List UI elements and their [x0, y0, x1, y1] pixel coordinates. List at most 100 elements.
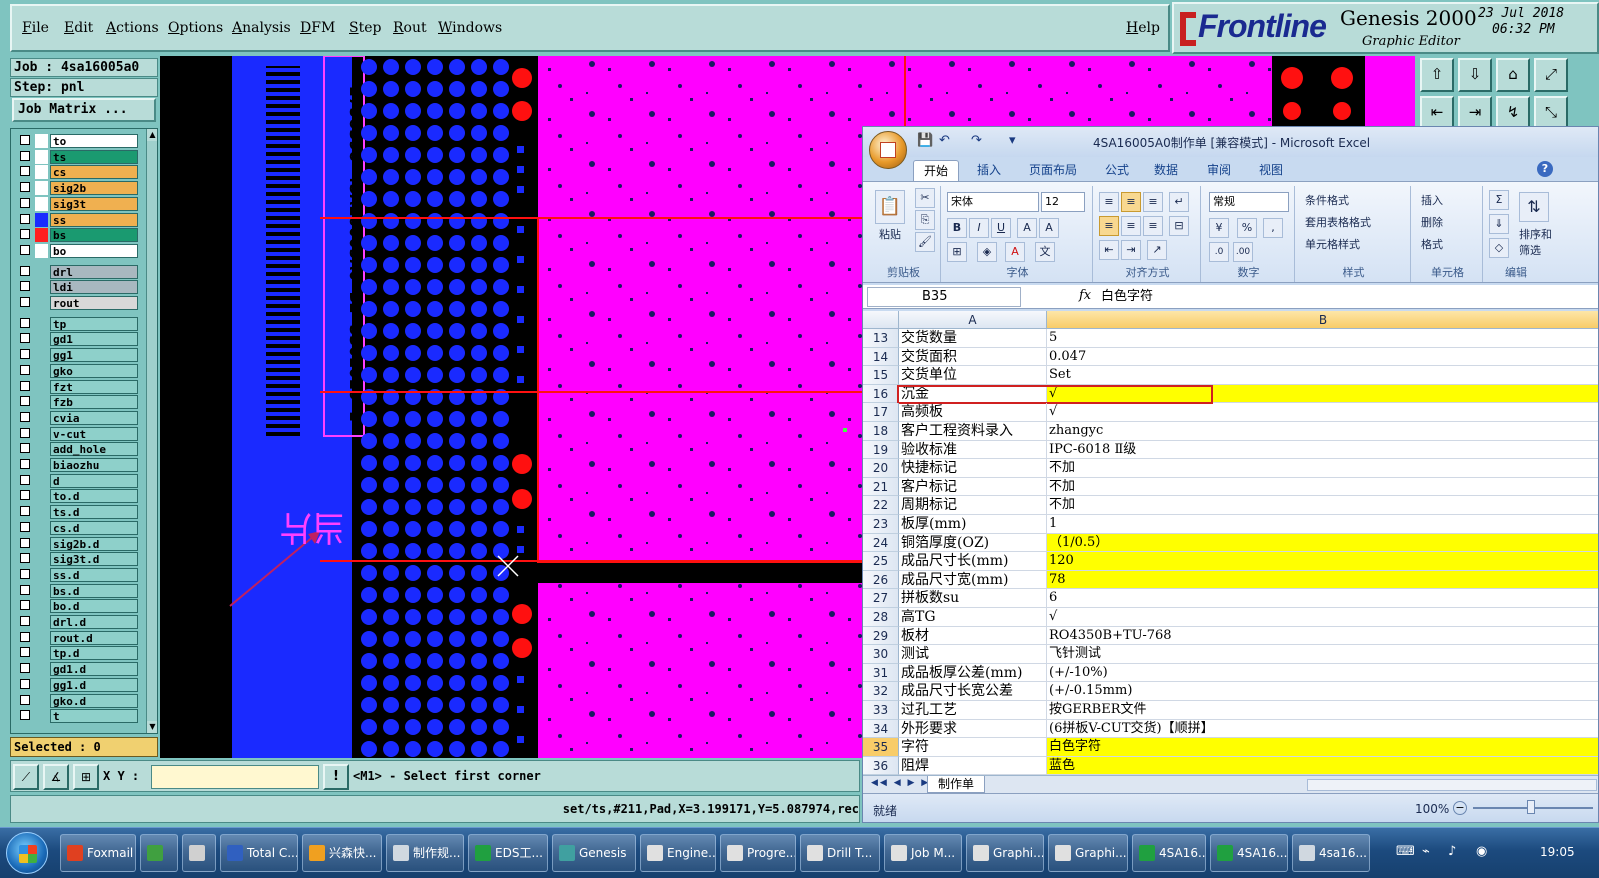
row-number[interactable]: 23: [863, 515, 899, 534]
undo-icon[interactable]: ↶: [939, 133, 950, 148]
cell-a[interactable]: 交货面积: [899, 347, 1047, 367]
cell-b[interactable]: zhangyc: [1047, 422, 1598, 441]
layer-color-swatch[interactable]: [35, 332, 48, 347]
taskbar-item[interactable]: [140, 834, 178, 872]
row-number[interactable]: 26: [863, 570, 899, 590]
layer-name[interactable]: to.d: [50, 489, 138, 504]
job-matrix-button[interactable]: Job Matrix ...: [12, 98, 156, 122]
layer-row-drl-d[interactable]: drl.d: [17, 615, 138, 629]
layer-row-ldi[interactable]: ldi: [17, 280, 138, 295]
layer-name[interactable]: gg1.d: [50, 677, 138, 692]
shrink-font-icon[interactable]: A: [1039, 218, 1059, 238]
increase-decimal-icon[interactable]: .0: [1209, 242, 1229, 262]
font-color-icon[interactable]: A: [1005, 242, 1025, 262]
cell-a[interactable]: 成品尺寸长(mm): [899, 552, 1047, 571]
layer-color-swatch[interactable]: [35, 134, 48, 148]
menu-actions[interactable]: Actions: [106, 20, 159, 36]
filter-label[interactable]: 筛选: [1519, 242, 1541, 258]
layer-row-gg1[interactable]: gg1: [17, 348, 138, 363]
zoom-level[interactable]: 100%: [1415, 802, 1449, 816]
taskbar-item[interactable]: 兴森快...: [302, 834, 382, 872]
tray-app-icon[interactable]: ◉: [1476, 844, 1487, 859]
layer-scrollbar[interactable]: ▲ ▼: [146, 129, 157, 733]
sort-filter-icon[interactable]: ⇅: [1519, 192, 1549, 222]
layer-color-swatch[interactable]: [35, 662, 48, 677]
taskbar-item[interactable]: 4sa16...: [1292, 834, 1370, 872]
cell-a[interactable]: 交货单位: [899, 366, 1047, 385]
layer-row-drl[interactable]: drl: [17, 264, 138, 279]
layer-affected-checkbox[interactable]: [20, 197, 30, 208]
layer-affected-checkbox[interactable]: [20, 647, 30, 658]
row-number[interactable]: 30: [863, 645, 899, 664]
layer-name[interactable]: drl: [50, 264, 138, 279]
align-center-icon[interactable]: ≡: [1121, 216, 1141, 236]
layer-color-swatch[interactable]: [35, 243, 48, 258]
layer-affected-checkbox[interactable]: [20, 364, 30, 375]
paste-icon[interactable]: 📋: [875, 190, 905, 224]
layer-affected-checkbox[interactable]: [20, 568, 30, 579]
layer-name[interactable]: bo: [50, 243, 138, 258]
layer-name[interactable]: gd1: [50, 332, 138, 347]
autosum-icon[interactable]: Σ: [1489, 190, 1509, 210]
layer-row-to-d[interactable]: to.d: [17, 489, 138, 504]
office-button-icon[interactable]: [869, 131, 907, 169]
layer-row-biaozhu[interactable]: biaozhu: [17, 458, 138, 472]
layer-row-cvia[interactable]: cvia: [17, 410, 138, 425]
layer-affected-checkbox[interactable]: [20, 411, 30, 422]
layer-row-tp-d[interactable]: tp.d: [17, 646, 138, 661]
layer-name[interactable]: cs.d: [50, 520, 138, 535]
cell-a[interactable]: 高TG: [899, 608, 1047, 627]
route-icon[interactable]: ↯: [1496, 96, 1530, 130]
layer-color-swatch[interactable]: [35, 165, 48, 180]
layer-affected-checkbox[interactable]: [20, 265, 30, 276]
layer-affected-checkbox[interactable]: [20, 678, 30, 689]
layer-row-gd1-d[interactable]: gd1.d: [17, 662, 138, 677]
taskbar-item[interactable]: Engine...: [640, 834, 716, 872]
layer-affected-checkbox[interactable]: [20, 443, 30, 454]
layer-affected-checkbox[interactable]: [20, 213, 30, 224]
cell-a[interactable]: 外形要求: [899, 719, 1047, 739]
layer-name[interactable]: drl.d: [50, 615, 138, 629]
layer-color-swatch[interactable]: [35, 536, 48, 551]
clock[interactable]: 19:05: [1540, 845, 1575, 859]
cell-a[interactable]: 测试: [899, 645, 1047, 664]
layer-name[interactable]: bs.d: [50, 583, 138, 598]
layer-color-swatch[interactable]: [35, 677, 48, 692]
italic-icon[interactable]: I: [969, 218, 989, 238]
decrease-indent-icon[interactable]: ⇤: [1099, 240, 1119, 260]
layer-affected-checkbox[interactable]: [20, 244, 30, 255]
cell-b[interactable]: IPC-6018 Ⅱ级: [1047, 441, 1598, 460]
taskbar-item[interactable]: Graphi...: [966, 834, 1044, 872]
cell-a[interactable]: 过孔工艺: [899, 701, 1047, 720]
menu-options[interactable]: Options: [168, 20, 223, 36]
layer-color-swatch[interactable]: [35, 630, 48, 645]
layer-color-swatch[interactable]: [35, 567, 48, 582]
layer-row-bs[interactable]: bs: [17, 228, 138, 243]
layer-color-swatch[interactable]: [35, 363, 48, 378]
taskbar-item[interactable]: Foxmail: [60, 834, 136, 872]
cell-b[interactable]: 0.047: [1047, 348, 1598, 367]
layer-affected-checkbox[interactable]: [20, 694, 30, 705]
font-name-combo[interactable]: 宋体: [947, 192, 1039, 212]
network-icon[interactable]: ⌁: [1422, 844, 1430, 859]
layer-affected-checkbox[interactable]: [20, 553, 30, 564]
layer-affected-checkbox[interactable]: [20, 135, 30, 145]
layer-color-swatch[interactable]: [35, 395, 48, 410]
layer-color-swatch[interactable]: [35, 196, 48, 211]
layer-name[interactable]: sig3t.d: [50, 552, 138, 567]
layer-affected-checkbox[interactable]: [20, 182, 30, 193]
align-top-icon[interactable]: ≡: [1099, 192, 1119, 212]
layer-color-swatch[interactable]: [35, 149, 48, 164]
layer-name[interactable]: cs: [50, 165, 138, 180]
fill-color-icon[interactable]: ◈: [977, 242, 997, 262]
ribbon-tab-5[interactable]: 审阅: [1199, 160, 1239, 181]
layer-row-v-cut[interactable]: v-cut: [17, 426, 138, 441]
layer-color-swatch[interactable]: [35, 212, 48, 227]
layer-affected-checkbox[interactable]: [20, 459, 30, 469]
excel-titlebar[interactable]: 💾 ↶ ↷ ▾ 4SA16005A0制作单 [兼容模式] - Microsoft…: [863, 127, 1598, 169]
layer-color-swatch[interactable]: [35, 505, 48, 520]
taskbar-item[interactable]: Job M...: [884, 834, 962, 872]
keyboard-icon[interactable]: ⌨: [1396, 844, 1415, 859]
ribbon-tab-3[interactable]: 公式: [1097, 160, 1137, 181]
copy-icon[interactable]: ⎘: [915, 210, 935, 230]
